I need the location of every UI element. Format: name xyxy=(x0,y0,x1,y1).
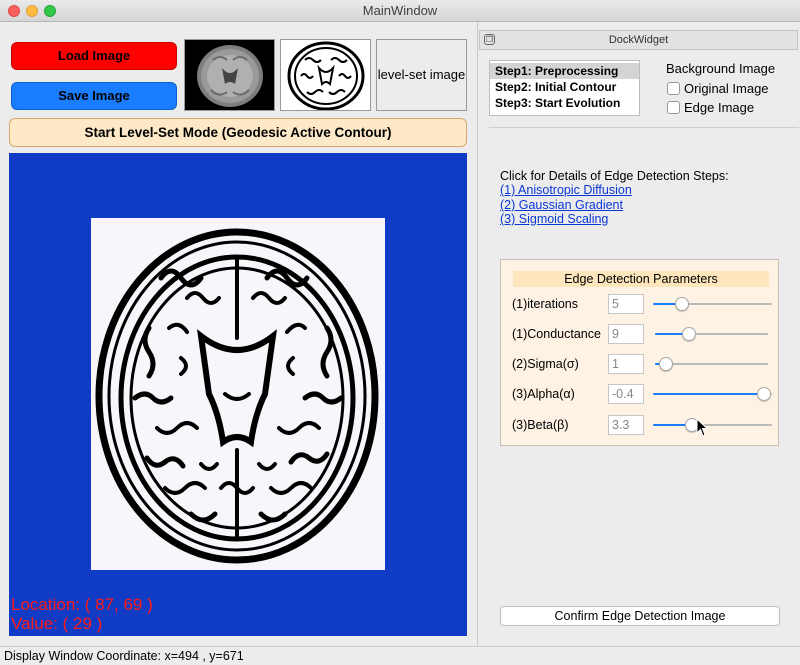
beta-input[interactable]: 3.3 xyxy=(608,415,644,435)
dock-divider xyxy=(489,127,799,128)
conductance-input[interactable]: 9 xyxy=(608,324,644,344)
sigma-slider[interactable] xyxy=(655,354,768,374)
original-image-thumbnail[interactable] xyxy=(184,39,275,111)
slider-fill xyxy=(653,393,764,395)
step-item-preprocessing[interactable]: Step1: Preprocessing xyxy=(490,63,639,79)
iterations-label: (1)iterations xyxy=(512,297,578,311)
step-list[interactable]: Step1: Preprocessing Step2: Initial Cont… xyxy=(489,60,640,116)
load-image-button[interactable]: Load Image xyxy=(11,42,177,70)
dock-title: DockWidget xyxy=(608,34,669,46)
alpha-label: (3)Alpha(α) xyxy=(512,387,575,401)
value-readout: Value: ( 29 ) xyxy=(11,614,103,633)
slider-knob[interactable] xyxy=(756,387,771,401)
link-gaussian-gradient[interactable]: (2) Gaussian Gradient xyxy=(500,198,623,212)
title-bar: MainWindow xyxy=(0,0,800,22)
edge-image-label: Edge Image xyxy=(684,100,755,115)
sigma-label: (2)Sigma(σ) xyxy=(512,357,579,371)
window-title: MainWindow xyxy=(362,3,438,18)
dock-title-bar[interactable]: ❐ DockWidget xyxy=(479,30,798,50)
original-image-label: Original Image xyxy=(684,81,769,96)
beta-slider[interactable] xyxy=(653,415,772,435)
slider-knob[interactable] xyxy=(659,357,674,371)
checkbox-box[interactable] xyxy=(667,101,680,114)
conductance-slider[interactable] xyxy=(655,324,768,344)
details-label: Click for Details of Edge Detection Step… xyxy=(500,169,729,183)
background-image-label: Background Image xyxy=(666,61,776,76)
mouse-cursor-icon xyxy=(696,418,708,437)
edge-brain-image xyxy=(91,218,385,570)
edge-image-checkbox[interactable]: Edge Image xyxy=(667,100,754,116)
float-dock-icon[interactable]: ❐ xyxy=(484,34,495,45)
step-item-initial-contour[interactable]: Step2: Initial Contour xyxy=(490,79,639,95)
edge-brain-icon xyxy=(281,40,370,110)
slider-knob[interactable] xyxy=(681,327,696,341)
status-bar: Display Window Coordinate: x=494 , y=671 xyxy=(0,646,800,665)
beta-label: (3)Beta(β) xyxy=(512,418,569,432)
brain-edge-map-icon xyxy=(91,218,385,570)
step-item-start-evolution[interactable]: Step3: Start Evolution xyxy=(490,95,639,111)
iterations-slider[interactable] xyxy=(653,294,772,314)
iterations-input[interactable]: 5 xyxy=(608,294,644,314)
original-image-checkbox[interactable]: Original Image xyxy=(667,81,769,97)
sigma-input[interactable]: 1 xyxy=(608,354,644,374)
dock-separator[interactable] xyxy=(477,22,478,646)
alpha-slider[interactable] xyxy=(653,384,772,404)
slider-knob[interactable] xyxy=(674,297,689,311)
confirm-edge-detection-button[interactable]: Confirm Edge Detection Image xyxy=(500,606,780,626)
level-set-image-thumbnail[interactable]: level-set image xyxy=(376,39,467,111)
location-readout: Location: ( 87, 69 ) xyxy=(11,595,153,614)
edge-image-thumbnail[interactable] xyxy=(280,39,371,111)
checkbox-box[interactable] xyxy=(667,82,680,95)
params-title: Edge Detection Parameters xyxy=(513,271,769,287)
display-window[interactable]: Location: ( 87, 69 ) Value: ( 29 ) xyxy=(9,153,467,636)
link-sigmoid-scaling[interactable]: (3) Sigmoid Scaling xyxy=(500,212,608,226)
alpha-input[interactable]: -0.4 xyxy=(608,384,644,404)
conductance-label: (1)Conductance xyxy=(512,327,601,341)
edge-detection-parameters-panel: Edge Detection Parameters (1)iterations … xyxy=(500,259,779,446)
link-anisotropic-diffusion[interactable]: (1) Anisotropic Diffusion xyxy=(500,183,632,197)
start-level-set-button[interactable]: Start Level-Set Mode (Geodesic Active Co… xyxy=(9,118,467,147)
original-brain-icon xyxy=(185,40,274,110)
save-image-button[interactable]: Save Image xyxy=(11,82,177,110)
